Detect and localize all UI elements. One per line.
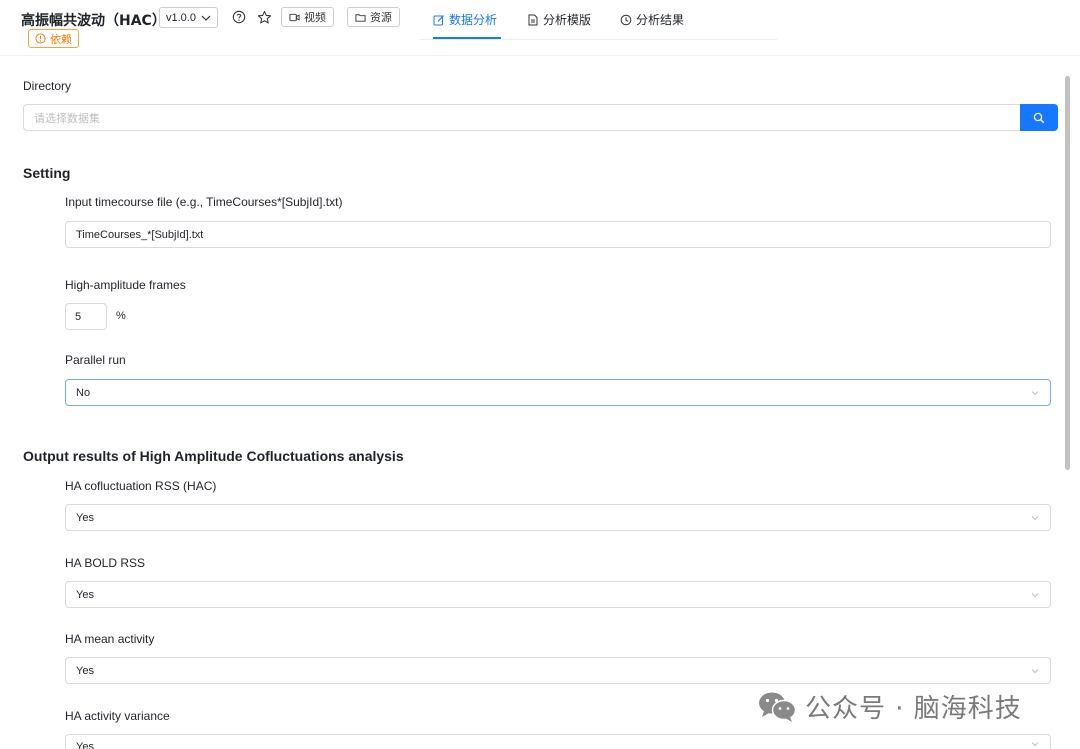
frames-input[interactable]: 5 [65, 303, 107, 330]
timecourse-label: Input timecourse file (e.g., TimeCourses… [65, 195, 343, 209]
timecourse-input[interactable]: TimeCourses_*[SubjId].txt [65, 221, 1051, 248]
dependency-badge[interactable]: 依赖 [28, 29, 79, 48]
watermark-text: 公众号 · 脑海科技 [805, 694, 1022, 724]
directory-placeholder: 请选择数据集 [34, 111, 100, 125]
video-button[interactable]: 视频 [281, 7, 334, 27]
frames-value: 5 [75, 310, 82, 323]
chevron-down-icon [1031, 391, 1039, 396]
vertical-scrollbar[interactable] [1065, 76, 1070, 470]
main-tabs: 数据分析 分析模版 分析结果 [420, 0, 777, 40]
directory-input[interactable]: 请选择数据集 [23, 104, 1021, 131]
output-item-label: HA cofluctuation RSS (HAC) [65, 479, 217, 493]
chevron-down-icon [201, 15, 211, 21]
clock-icon [620, 14, 632, 25]
chevron-down-icon [1031, 742, 1039, 747]
app-title: 高振幅共波动（HAC） [21, 13, 166, 29]
version-value: v1.0.0 [166, 11, 196, 24]
frames-unit: % [116, 310, 126, 322]
hac-rss-select[interactable]: Yes [65, 504, 1051, 531]
directory-label: Directory [23, 79, 72, 93]
folder-icon [355, 13, 366, 22]
activity-variance-select[interactable]: Yes [65, 734, 1051, 749]
info-icon [35, 33, 46, 44]
select-value: Yes [76, 511, 94, 524]
tab-analysis-results[interactable]: 分析结果 [620, 11, 684, 28]
output-item-label: HA mean activity [65, 632, 155, 646]
edit-icon [433, 14, 444, 25]
tab-label: 分析结果 [636, 13, 685, 27]
app-header: 高振幅共波动（HAC） v1.0.0 视频 资源 依赖 数据分析 分析模版 分析… [0, 0, 1080, 56]
frames-label: High-amplitude frames [65, 278, 186, 292]
parallel-label: Parallel run [65, 353, 126, 367]
output-title: Output results of High Amplitude Cofluct… [23, 448, 404, 464]
wechat-icon [759, 692, 797, 722]
version-select[interactable]: v1.0.0 [159, 7, 218, 28]
resource-label: 资源 [370, 11, 392, 24]
select-value: Yes [76, 664, 94, 677]
output-item-label: HA activity variance [65, 709, 170, 723]
select-value: Yes [76, 588, 94, 601]
setting-title: Setting [23, 165, 71, 181]
resource-button[interactable]: 资源 [347, 7, 400, 27]
output-item-label: HA BOLD RSS [65, 556, 146, 570]
chevron-down-icon [1031, 593, 1039, 598]
chevron-down-icon [1031, 516, 1039, 521]
help-icon[interactable] [231, 9, 247, 25]
video-icon [289, 13, 300, 21]
parallel-value: No [76, 386, 91, 399]
chevron-down-icon [1031, 669, 1039, 674]
active-tab-indicator [433, 37, 501, 39]
select-value: Yes [76, 741, 94, 749]
search-button[interactable] [1020, 104, 1058, 131]
document-icon [528, 14, 538, 25]
video-label: 视频 [304, 11, 326, 24]
tab-label: 分析模版 [543, 13, 592, 27]
tab-analysis-template[interactable]: 分析模版 [527, 11, 591, 28]
tab-label: 数据分析 [449, 13, 498, 27]
timecourse-value: TimeCourses_*[SubjId].txt [76, 228, 204, 241]
star-icon[interactable] [256, 9, 272, 25]
watermark: 公众号 · 脑海科技 [757, 688, 1022, 725]
bold-rss-select[interactable]: Yes [65, 581, 1051, 608]
parallel-select[interactable]: No [65, 379, 1051, 406]
mean-activity-select[interactable]: Yes [65, 657, 1051, 684]
tab-data-analysis[interactable]: 数据分析 [433, 11, 497, 28]
dependency-label: 依赖 [50, 32, 72, 46]
search-icon [1033, 112, 1045, 123]
